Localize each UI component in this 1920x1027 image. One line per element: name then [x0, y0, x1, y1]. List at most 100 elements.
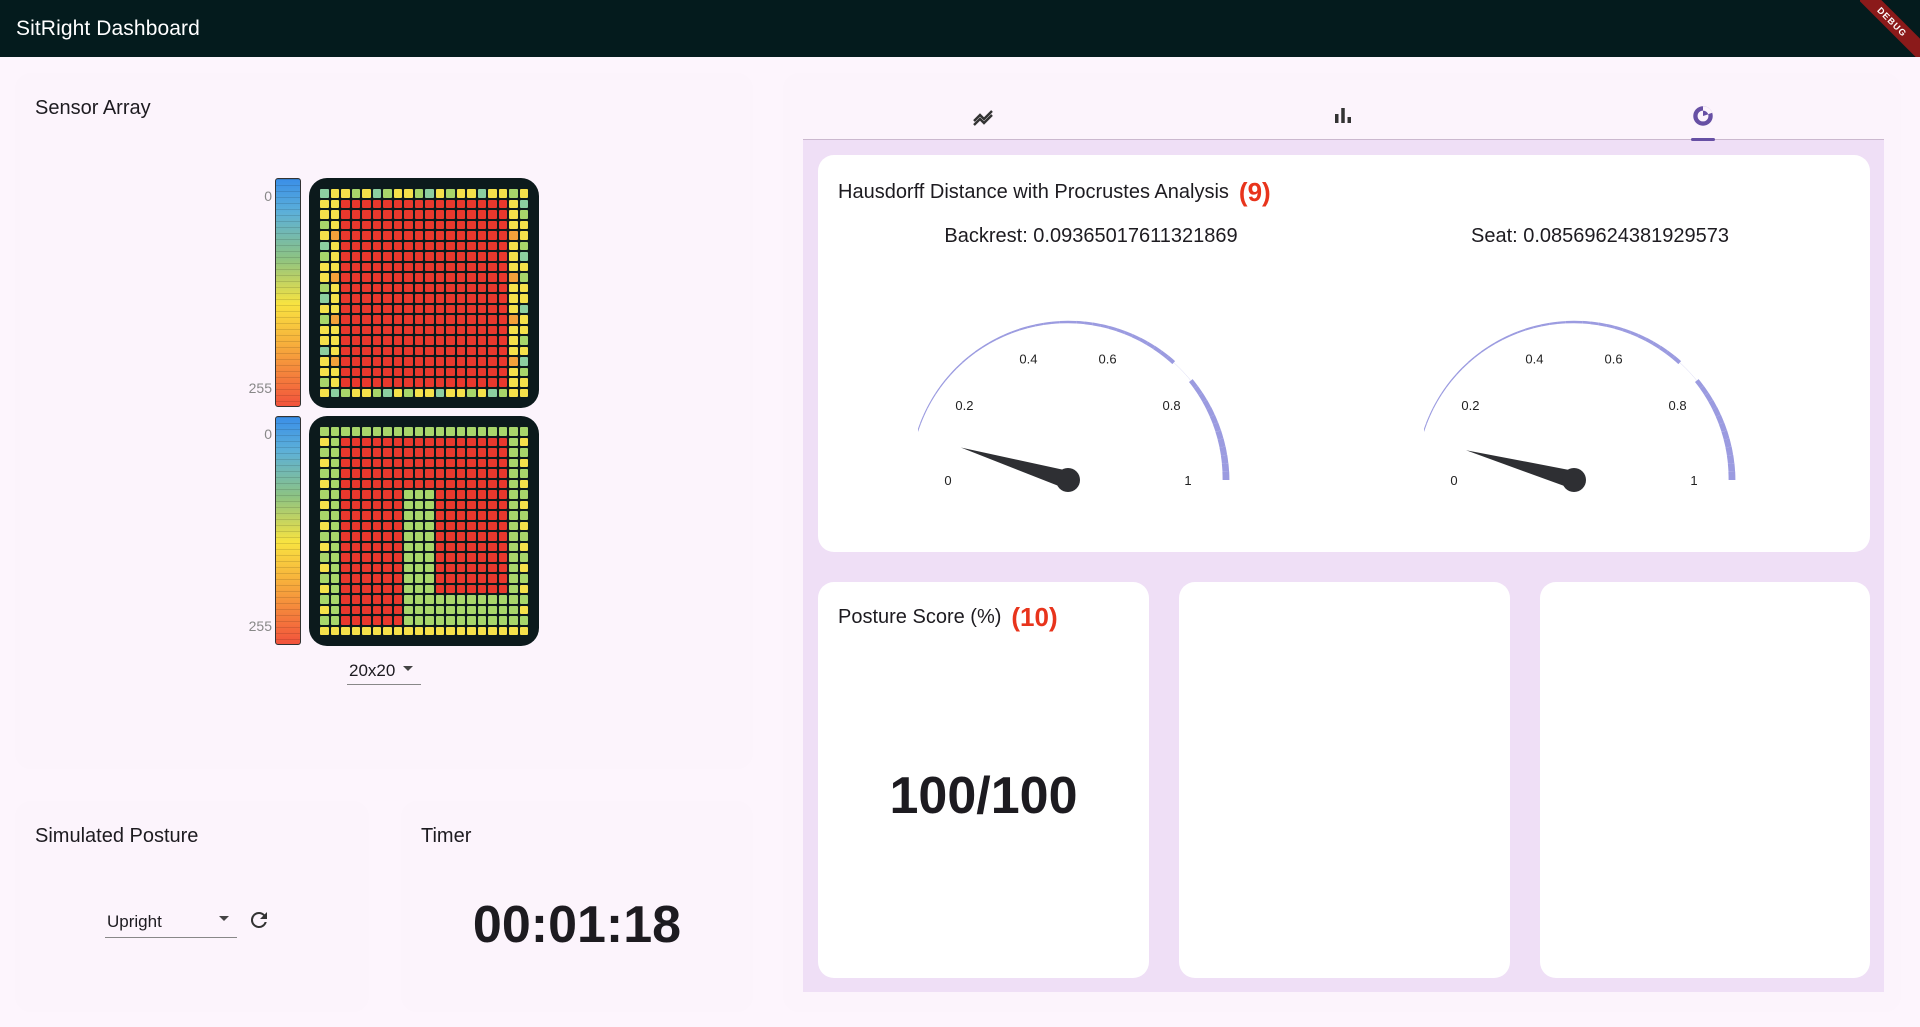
- sensor-cell: [446, 437, 455, 446]
- sensor-cell: [362, 563, 371, 572]
- gauge-arc-segment: [1699, 385, 1709, 396]
- sensor-cell: [509, 388, 518, 397]
- tab-indicator: [1691, 138, 1715, 141]
- sensor-cell: [414, 500, 423, 509]
- sensor-cell: [393, 595, 402, 604]
- colorbar-max-label: 255: [248, 618, 272, 634]
- sensor-cell: [456, 500, 465, 509]
- colorbar: [275, 416, 301, 645]
- sensor-cell: [509, 231, 518, 240]
- sensor-cell: [519, 283, 528, 292]
- sensor-cell: [519, 220, 528, 229]
- sensor-cell: [446, 220, 455, 229]
- sensor-cell: [320, 336, 329, 345]
- gauge-tick-label: 0: [944, 473, 951, 488]
- sensor-cell: [351, 427, 360, 436]
- sensor-cell: [509, 336, 518, 345]
- sensor-cell: [362, 294, 371, 303]
- sensor-cell: [320, 574, 329, 583]
- gauge-arc-segment: [981, 342, 990, 349]
- sensor-cell: [488, 469, 497, 478]
- sensor-cell: [351, 241, 360, 250]
- sensor-cell: [372, 469, 381, 478]
- sensor-cell: [509, 469, 518, 478]
- sensor-cell: [362, 458, 371, 467]
- sensor-cell: [467, 574, 476, 583]
- sensor-cell: [467, 315, 476, 324]
- sensor-cell: [488, 262, 497, 271]
- gauge-arc-segment: [1198, 392, 1207, 403]
- sensor-cell: [425, 378, 434, 387]
- sensor-cell: [320, 584, 329, 593]
- sensor-cell: [477, 521, 486, 530]
- sensor-cell: [341, 241, 350, 250]
- sensor-cell: [414, 294, 423, 303]
- tab-trend[interactable]: [803, 92, 1163, 140]
- sensor-cell: [341, 616, 350, 625]
- gauge-icon: [1693, 106, 1713, 126]
- sensor-cell: [393, 346, 402, 355]
- sensor-cell: [341, 378, 350, 387]
- sensor-cell: [320, 626, 329, 635]
- app-title: SitRight Dashboard: [16, 16, 200, 40]
- sensor-cell: [372, 521, 381, 530]
- sensor-cell: [435, 437, 444, 446]
- sensor-cell: [362, 283, 371, 292]
- debug-label: DEBUG: [1860, 0, 1920, 57]
- sensor-cell: [467, 252, 476, 261]
- sensor-cell: [372, 437, 381, 446]
- sensor-cell: [435, 367, 444, 376]
- sensor-cell: [467, 304, 476, 313]
- sensor-cell: [509, 325, 518, 334]
- sensor-cell: [509, 262, 518, 271]
- sensor-cell: [383, 231, 392, 240]
- sensor-cell: [330, 346, 339, 355]
- sensor-cell: [477, 252, 486, 261]
- sensor-cell: [351, 220, 360, 229]
- posture-dropdown[interactable]: Upright: [105, 908, 237, 938]
- sensor-cell: [498, 346, 507, 355]
- hausdorff-annotation: (9): [1238, 177, 1271, 207]
- sensor-cell: [498, 469, 507, 478]
- tab-bar-chart[interactable]: [1163, 92, 1523, 140]
- sensor-cell: [393, 437, 402, 446]
- sensor-cell: [362, 220, 371, 229]
- sensor-cell: [362, 357, 371, 366]
- sensor-cell: [435, 448, 444, 457]
- sensor-cell: [362, 241, 371, 250]
- sensor-cell: [330, 325, 339, 334]
- sensor-cell: [498, 367, 507, 376]
- sensor-cell: [362, 304, 371, 313]
- sensor-cell: [456, 584, 465, 593]
- timer-value: 00:01:18: [472, 896, 682, 954]
- sensor-cell: [477, 262, 486, 271]
- sensor-cell: [456, 241, 465, 250]
- sensor-cell: [330, 357, 339, 366]
- sensor-cell: [467, 357, 476, 366]
- sensor-cell: [509, 357, 518, 366]
- gauge-tick-label: 0.8: [1163, 398, 1181, 413]
- refresh-button[interactable]: [247, 908, 271, 932]
- sensor-cell: [467, 490, 476, 499]
- gauge-tick-label: 0.6: [1605, 351, 1623, 366]
- gauge-arc-segment: [1456, 367, 1463, 375]
- sensor-cell: [477, 210, 486, 219]
- tab-gauge[interactable]: [1523, 92, 1883, 141]
- sensor-cell: [509, 542, 518, 551]
- sensor-cell: [456, 616, 465, 625]
- sensor-cell: [404, 210, 413, 219]
- sensor-cell: [488, 241, 497, 250]
- sensor-cell: [519, 532, 528, 541]
- sensor-cell: [414, 367, 423, 376]
- sensor-cell: [320, 500, 329, 509]
- sensor-cell: [362, 199, 371, 208]
- sensor-cell: [320, 304, 329, 313]
- sensor-cell: [414, 437, 423, 446]
- debug-banner: DEBUG: [1860, 0, 1920, 57]
- sensor-cell: [320, 605, 329, 614]
- sensor-cell: [414, 283, 423, 292]
- sensor-cell: [477, 220, 486, 229]
- empty-card: [1540, 582, 1870, 978]
- sensor-cell: [425, 448, 434, 457]
- resolution-dropdown[interactable]: 20x20: [347, 658, 421, 685]
